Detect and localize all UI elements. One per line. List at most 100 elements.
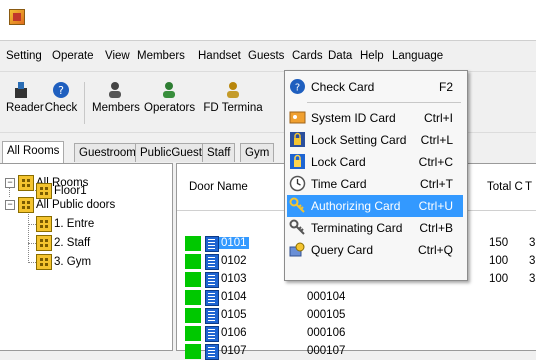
reader-icon — [15, 82, 27, 98]
table-row[interactable]: 0107 000107 — [177, 343, 536, 360]
tab-all-rooms[interactable]: All Rooms — [2, 141, 65, 163]
status-green-indicator — [185, 236, 201, 251]
title-bar — [0, 0, 536, 41]
key-icon — [289, 197, 305, 213]
door-icon — [205, 236, 219, 252]
tree-node-entre[interactable]: 1. Entre — [36, 216, 94, 232]
cards-dropdown-menu: ? Check Card F2 System ID Card Ctrl+I Lo… — [284, 70, 468, 281]
column-header-extra[interactable]: T — [523, 164, 536, 211]
svg-text:?: ? — [58, 84, 64, 97]
status-green-indicator — [185, 272, 201, 287]
check-label: Check — [44, 102, 78, 114]
status-green-indicator — [185, 344, 201, 359]
reader-label: Reader — [6, 102, 44, 114]
extra-cell: 3 — [529, 273, 536, 285]
help-circle-icon: ? — [53, 82, 69, 98]
tree-node-gym[interactable]: 3. Gym — [36, 254, 91, 270]
fd-terminal-button[interactable]: FD Termina — [201, 80, 265, 114]
operators-button[interactable]: Operators — [144, 80, 196, 114]
tab-gym[interactable]: Gym — [240, 143, 275, 162]
total-cell: 150 — [489, 237, 509, 249]
svg-text:?: ? — [295, 83, 300, 94]
tree-collapse-all-public[interactable]: − — [5, 200, 15, 210]
table-row[interactable]: 0105 000105 — [177, 307, 536, 324]
door-icon — [205, 326, 219, 342]
door-code-cell: 000105 — [307, 309, 346, 321]
operators-label: Operators — [144, 102, 196, 114]
door-name-cell: 0106 — [221, 327, 247, 339]
tab-publicguest[interactable]: PublicGuest — [135, 143, 208, 162]
column-header-total[interactable]: Total C... — [479, 164, 532, 211]
building-icon — [18, 197, 34, 213]
menu-members[interactable]: Members — [137, 50, 185, 62]
door-name-cell: 0101 — [219, 237, 249, 249]
door-icon — [205, 290, 219, 306]
door-icon — [205, 254, 219, 270]
door-name-cell: 0104 — [221, 291, 247, 303]
tree-collapse-all-rooms[interactable]: − — [5, 178, 15, 188]
menu-operate[interactable]: Operate — [52, 50, 94, 62]
menu-item-query-card[interactable]: Query Card Ctrl+Q — [287, 239, 463, 261]
id-card-icon — [289, 111, 306, 124]
members-icon — [109, 82, 121, 98]
tree-label: All Public doors — [36, 199, 116, 212]
clock-icon — [289, 175, 306, 192]
total-cell: 100 — [489, 255, 509, 267]
menu-item-time-card[interactable]: Time Card Ctrl+T — [287, 173, 463, 195]
menu-view[interactable]: View — [105, 50, 130, 62]
menu-data[interactable]: Data — [328, 50, 352, 62]
menu-item-check-card[interactable]: ? Check Card F2 — [287, 76, 463, 98]
members-button[interactable]: Members — [92, 80, 140, 114]
door-icon — [205, 308, 219, 324]
total-cell: 100 — [489, 273, 509, 285]
door-code-cell: 000104 — [307, 291, 346, 303]
tree-label: 3. Gym — [54, 256, 92, 269]
building-icon — [36, 235, 52, 251]
menu-item-system-id-card[interactable]: System ID Card Ctrl+I — [287, 107, 463, 129]
building-icon — [18, 175, 34, 191]
reader-button[interactable]: Reader — [6, 80, 44, 114]
tree-label: Floor1 — [54, 185, 87, 198]
tree-label: 1. Entre — [54, 218, 95, 231]
menu-setting[interactable]: Setting — [6, 50, 42, 62]
extra-cell: 3 — [529, 237, 536, 249]
door-icon — [205, 272, 219, 288]
door-name-cell: 0105 — [221, 309, 247, 321]
operators-icon — [163, 82, 175, 98]
menu-handset[interactable]: Handset — [198, 50, 241, 62]
menu-cards[interactable]: Cards — [292, 50, 323, 62]
fd-terminal-icon — [227, 82, 239, 98]
status-green-indicator — [185, 308, 201, 323]
table-row[interactable]: 0106 000106 — [177, 325, 536, 342]
door-code-cell: 000106 — [307, 327, 346, 339]
table-row[interactable]: 0104 000104 — [177, 289, 536, 306]
toolbar-separator — [84, 82, 85, 124]
menu-separator — [307, 102, 461, 103]
app-icon — [9, 9, 25, 25]
menu-guests[interactable]: Guests — [248, 50, 284, 62]
status-green-indicator — [185, 254, 201, 269]
door-icon — [205, 344, 219, 360]
menu-item-terminating-card[interactable]: Terminating Card Ctrl+B — [287, 217, 463, 239]
door-name-cell: 0102 — [221, 255, 247, 267]
menu-item-lock-card[interactable]: Lock Card Ctrl+C — [287, 151, 463, 173]
building-icon — [36, 254, 52, 270]
lock-setting-icon — [290, 132, 305, 147]
menu-item-authorizing-card[interactable]: Authorizing Card Ctrl+U — [287, 195, 463, 217]
menu-item-lock-setting-card[interactable]: Lock Setting Card Ctrl+L — [287, 129, 463, 151]
door-name-cell: 0103 — [221, 273, 247, 285]
check-button[interactable]: ? Check — [44, 80, 78, 114]
extra-cell: 3 — [529, 255, 536, 267]
fd-terminal-label: FD Termina — [203, 102, 263, 114]
menu-help[interactable]: Help — [360, 50, 384, 62]
tab-staff[interactable]: Staff — [202, 143, 236, 162]
tree-node-staff[interactable]: 2. Staff — [36, 235, 90, 251]
query-card-icon — [289, 242, 305, 257]
menu-language[interactable]: Language — [392, 50, 443, 62]
status-green-indicator — [185, 326, 201, 341]
tree-node-all-public-doors[interactable]: All Public doors — [18, 197, 115, 213]
tree-label: 2. Staff — [54, 237, 91, 250]
tab-guestroom[interactable]: Guestroom — [74, 143, 141, 162]
lock-card-icon — [290, 154, 305, 169]
status-green-indicator — [185, 290, 201, 305]
